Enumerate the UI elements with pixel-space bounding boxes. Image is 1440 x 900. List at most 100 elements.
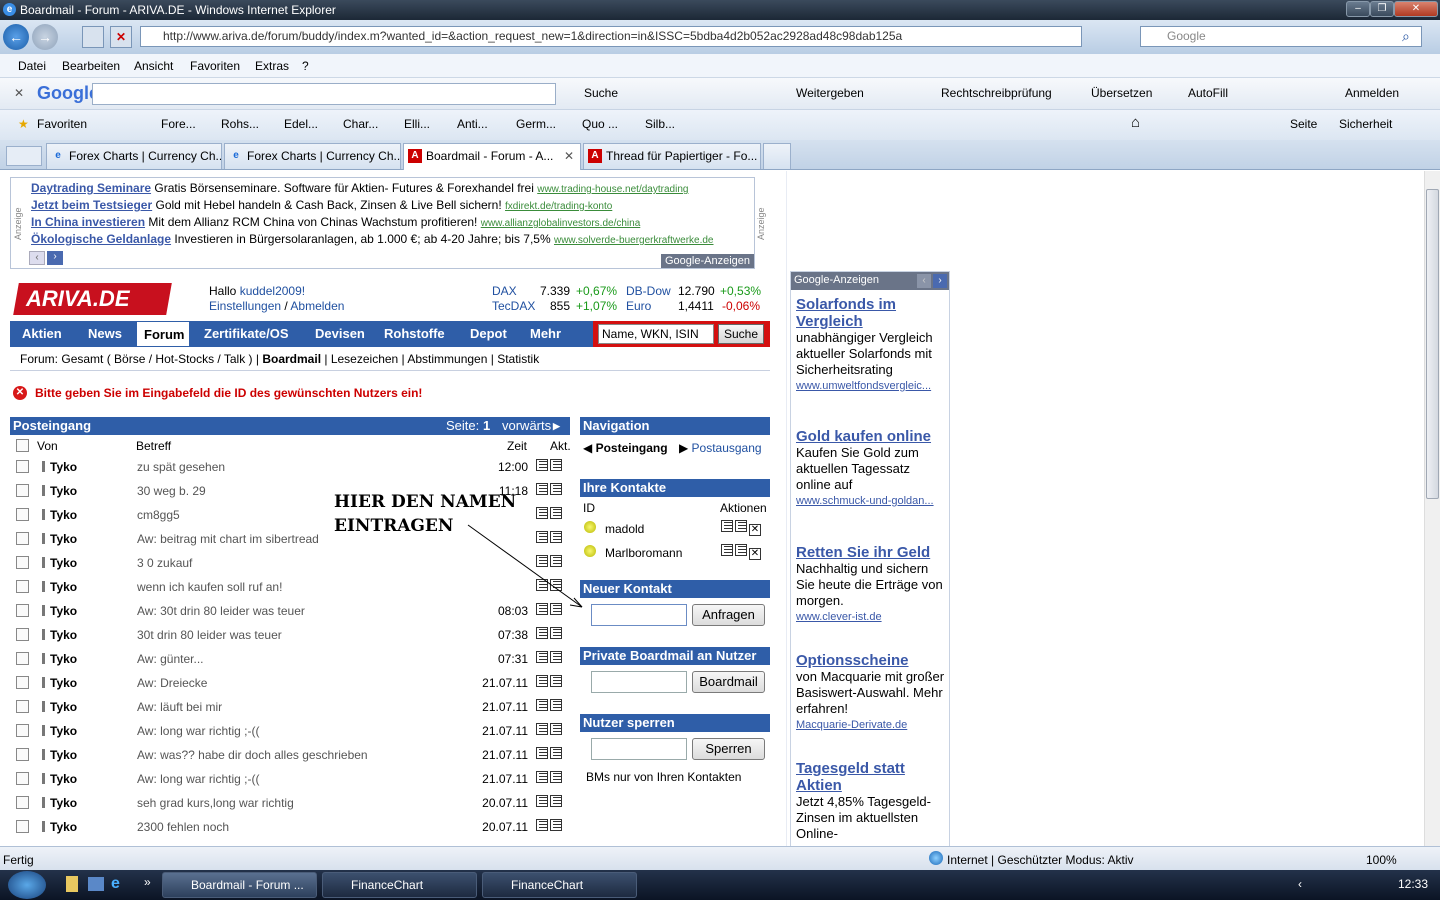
row-checkbox[interactable] [16, 820, 29, 833]
prev-ad-icon[interactable]: ‹ [917, 274, 931, 288]
ie-quicklaunch-icon[interactable]: e [111, 875, 120, 893]
right-ad-item[interactable]: Gold kaufen online Kaufen Sie Gold zum ak… [796, 428, 948, 509]
table-row[interactable]: Tyko Aw: günter... 07:31 [10, 647, 570, 671]
table-row[interactable]: Tyko 2300 fehlen noch 20.07.11 [10, 815, 570, 839]
uebersetzen-button[interactable]: Übersetzen [1091, 86, 1152, 100]
menu-extras[interactable]: Extras [255, 59, 289, 73]
row-checkbox[interactable] [16, 460, 29, 473]
row-subject[interactable]: wenn ich kaufen soll ruf an! [137, 580, 282, 594]
ad-line[interactable]: Jetzt beim Testsieger Gold mit Hebel han… [31, 198, 612, 212]
forward-icon[interactable] [550, 675, 562, 687]
boardmail-link[interactable]: Boardmail [262, 352, 321, 366]
delete-icon[interactable]: ✕ [749, 548, 761, 560]
row-checkbox[interactable] [16, 532, 29, 545]
zoom-level[interactable]: 100% [1366, 853, 1397, 867]
table-row[interactable]: Tyko seh grad kurs,long war richtig 20.07.… [10, 791, 570, 815]
row-from[interactable]: Tyko [50, 796, 77, 810]
anfragen-button[interactable]: Anfragen [692, 604, 765, 626]
tab-papiertiger[interactable]: A Thread für Papiertiger - Fo... [583, 143, 761, 169]
row-actions[interactable] [536, 819, 566, 833]
forward-icon[interactable] [550, 723, 562, 735]
row-from[interactable]: Tyko [50, 820, 77, 834]
fav-item[interactable]: Quo ... [582, 117, 618, 131]
reply-icon[interactable] [536, 771, 548, 783]
nav-zertifikate[interactable]: Zertifikate/OS [204, 326, 289, 341]
reply-icon[interactable] [536, 483, 548, 495]
forward-icon[interactable] [550, 699, 562, 711]
autofill-button[interactable]: AutoFill [1188, 86, 1228, 100]
row-from[interactable]: Tyko [50, 508, 77, 522]
anmelden-button[interactable]: Anmelden [1345, 86, 1399, 100]
scroll-thumb[interactable] [1426, 189, 1439, 499]
row-subject[interactable]: 30t drin 80 leider was teuer [137, 628, 282, 642]
row-from[interactable]: Tyko [50, 484, 77, 498]
quote-dax[interactable]: DAX 7.339 +0,67% [492, 284, 617, 298]
suche-button[interactable]: Suche [718, 324, 764, 344]
reply-icon[interactable] [536, 675, 548, 687]
row-actions[interactable] [536, 459, 566, 473]
tab-forex-1[interactable]: e Forex Charts | Currency Ch... [46, 143, 222, 169]
stop-icon[interactable]: ✕ [110, 26, 132, 48]
sperren-button[interactable]: Sperren [692, 738, 765, 760]
task-financechart[interactable]: FinanceChart [322, 872, 477, 898]
row-actions[interactable] [536, 507, 566, 521]
back-button[interactable]: ← [3, 24, 29, 50]
row-subject[interactable]: Aw: beitrag mit chart im sibertread [137, 532, 319, 546]
row-subject[interactable]: Aw: 30t drin 80 leider was teuer [137, 604, 305, 618]
row-from[interactable]: Tyko [50, 628, 77, 642]
close-toolbar-icon[interactable]: ✕ [14, 86, 24, 100]
forward-icon[interactable] [550, 483, 562, 495]
contact-actions[interactable]: ✕ [721, 520, 761, 536]
chevron-left-icon[interactable]: ‹ [1298, 877, 1302, 891]
tab-boardmail[interactable]: A Boardmail - Forum - A... ✕ [403, 143, 581, 170]
right-ad-item[interactable]: Tagesgeld statt Aktien Jetzt 4,85% Tagesg… [796, 760, 948, 842]
row-checkbox[interactable] [16, 700, 29, 713]
row-actions[interactable] [536, 699, 566, 713]
refresh-icon[interactable] [82, 26, 104, 48]
right-ad-item[interactable]: Optionsscheine von Macquarie mit großer B… [796, 652, 948, 733]
row-from[interactable]: Tyko [50, 700, 77, 714]
menu-datei[interactable]: Datei [18, 59, 46, 73]
contact-marlboromann[interactable]: Marlboromann [605, 546, 682, 560]
menu-favoriten[interactable]: Favoriten [190, 59, 240, 73]
nav-forum-active[interactable]: Forum [136, 321, 190, 347]
row-actions[interactable] [536, 723, 566, 737]
row-from[interactable]: Tyko [50, 772, 77, 786]
row-subject[interactable]: cm8gg5 [137, 508, 180, 522]
forward-icon[interactable] [550, 795, 562, 807]
close-button[interactable]: ✕ [1394, 1, 1438, 17]
google-ads-label[interactable]: Google-Anzeigen [660, 254, 754, 268]
row-from[interactable]: Tyko [50, 652, 77, 666]
row-from[interactable]: Tyko [50, 460, 77, 474]
reply-icon[interactable] [536, 795, 548, 807]
row-actions[interactable] [536, 627, 566, 641]
row-actions[interactable] [536, 771, 566, 785]
fav-item[interactable]: Fore... [161, 117, 196, 131]
chevron-right-icon[interactable]: » [144, 875, 151, 889]
row-subject[interactable]: Aw: long war richtig ;-(( [137, 772, 259, 786]
sicherheit-menu[interactable]: Sicherheit [1339, 117, 1392, 131]
nav-rohstoffe[interactable]: Rohstoffe [384, 326, 445, 341]
seite-menu[interactable]: Seite [1290, 117, 1317, 131]
row-actions[interactable] [536, 651, 566, 665]
row-checkbox[interactable] [16, 580, 29, 593]
row-from[interactable]: Tyko [50, 580, 77, 594]
boerse-link[interactable]: Börse / Hot-Stocks / Talk ) [114, 352, 253, 366]
next-ad-icon[interactable]: › [933, 274, 947, 288]
table-row[interactable]: Tyko zu spät gesehen 12:00 [10, 455, 570, 479]
new-tab-button[interactable] [763, 143, 791, 169]
lesezeichen-link[interactable]: Lesezeichen [331, 352, 398, 366]
tab-forex-2[interactable]: e Forex Charts | Currency Ch... [224, 143, 401, 169]
nav-news[interactable]: News [88, 326, 122, 341]
menu-help[interactable]: ? [302, 59, 309, 73]
abstimmungen-link[interactable]: Abstimmungen [407, 352, 487, 366]
row-subject[interactable]: Aw: long war richtig ;-(( [137, 724, 259, 738]
reply-icon[interactable] [536, 627, 548, 639]
row-from[interactable]: Tyko [50, 604, 77, 618]
reply-icon[interactable] [536, 747, 548, 759]
row-actions[interactable] [536, 747, 566, 761]
suche-button[interactable]: Suche [584, 86, 618, 100]
row-subject[interactable]: Aw: Dreiecke [137, 676, 207, 690]
row-checkbox[interactable] [16, 628, 29, 641]
row-subject[interactable]: Aw: günter... [137, 652, 204, 666]
